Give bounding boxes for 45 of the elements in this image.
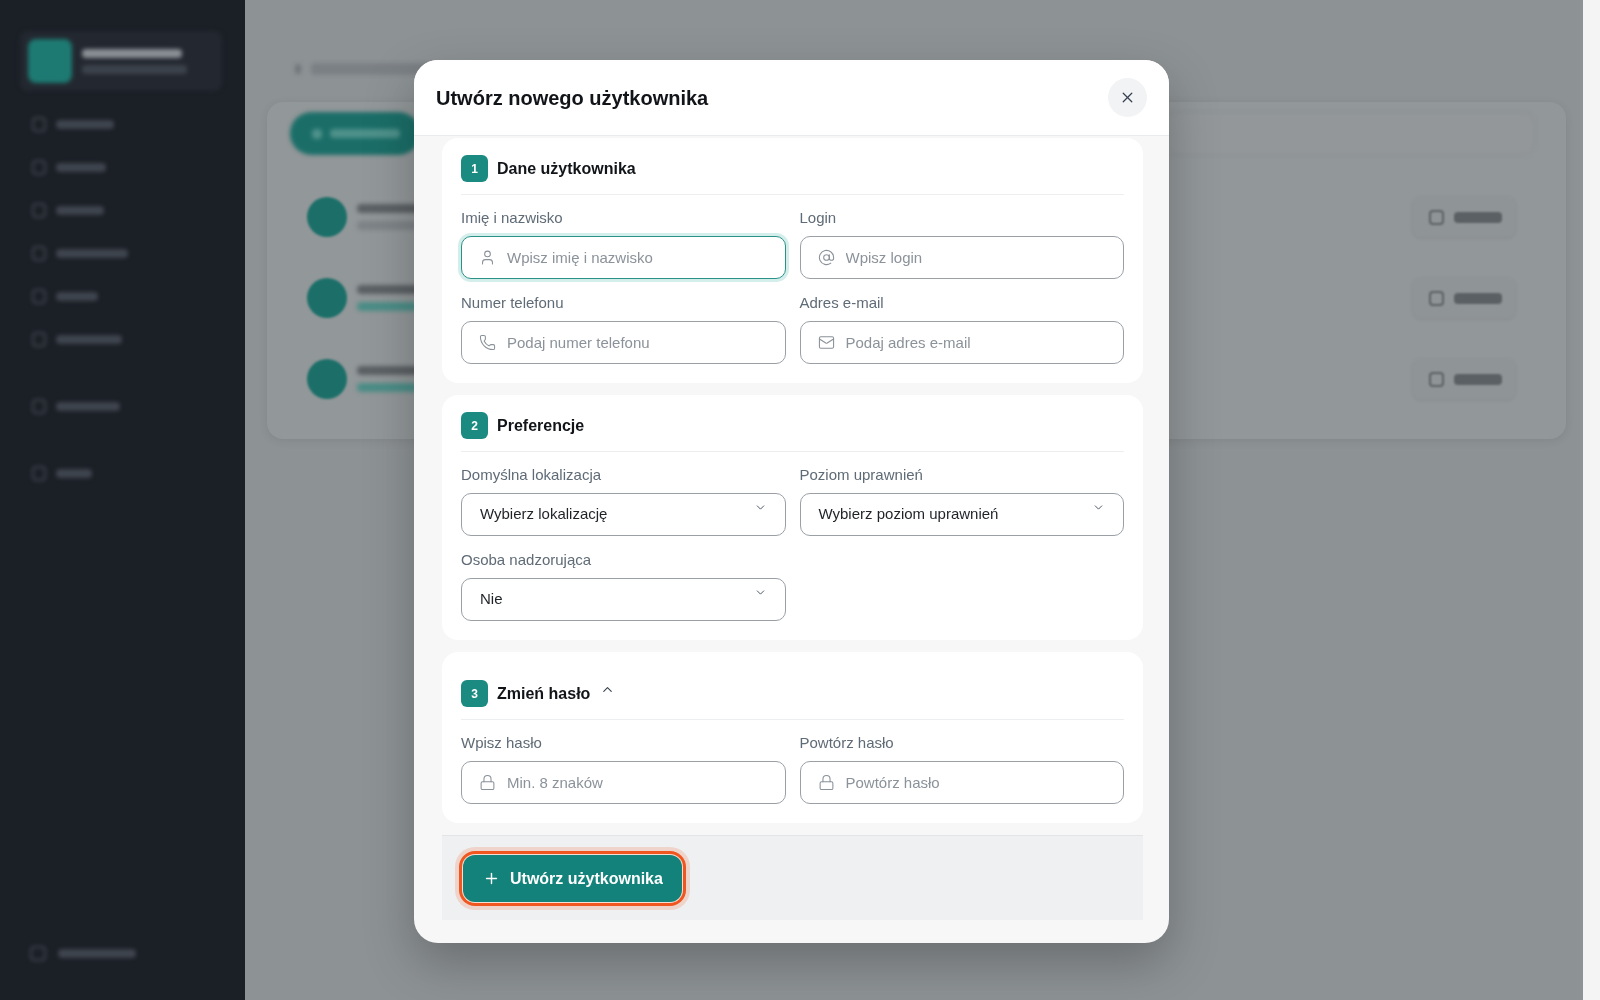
blurred-menu-item[interactable] [32,464,92,482]
padlock-icon [479,774,496,791]
section-title: Zmień hasło [497,683,591,704]
blurred-menu-item[interactable] [32,397,120,415]
text-input-field[interactable]: Wpisz imię i nazwisko [461,236,786,279]
field-label: Powtórz hasło [799,733,894,753]
at-sign-icon [817,249,835,266]
field-label: Domyślna lokalizacja [461,465,602,485]
text-input-field[interactable]: Podaj adres e-mail [799,321,1124,364]
field-label: Poziom uprawnień [799,465,923,485]
blurred-avatar [307,359,347,399]
blurred-menu-item[interactable] [32,115,114,133]
select-field[interactable]: Wybierz lokalizację [461,493,786,536]
field-label: Osoba nadzorująca [461,550,592,570]
person-icon [479,249,496,266]
field-label: Numer telefonu [461,293,564,313]
blurred-menu-item[interactable] [32,330,122,348]
blurred-avatar [307,197,347,237]
field-label: Adres e-mail [799,293,884,313]
select-field[interactable]: Wybierz poziom uprawnień [799,493,1124,536]
section-title: Preferencje [497,415,585,436]
text-input-field[interactable]: Min. 8 znaków [461,761,786,804]
step-number: 3 [461,680,488,707]
envelope-icon [817,334,835,351]
text-input-field[interactable]: Wpisz login [799,236,1124,279]
blurred-avatar [307,278,347,318]
section-title: Dane użytkownika [497,158,636,179]
phone-icon [479,334,496,351]
field-label: Imię i nazwisko [461,208,563,228]
plus-icon [483,870,500,887]
step-number: 2 [461,412,488,439]
select-field[interactable]: Nie [461,578,786,621]
padlock-icon [817,774,835,791]
blurred-logout-item[interactable] [30,944,136,962]
field-label: Wpisz hasło [461,733,542,753]
text-input-field[interactable]: Podaj numer telefonu [461,321,786,364]
dialog-title: Utwórz nowego użytkownika [436,85,709,111]
blurred-menu-item[interactable] [32,287,98,305]
blurred-menu-item[interactable] [32,201,104,219]
text-input-field[interactable]: Powtórz hasło [799,761,1124,804]
close-button[interactable] [1108,78,1147,117]
blurred-menu-item[interactable] [32,158,106,176]
step-number: 1 [461,155,488,182]
field-label: Login [799,208,837,228]
blurred-menu-item[interactable] [32,244,128,262]
